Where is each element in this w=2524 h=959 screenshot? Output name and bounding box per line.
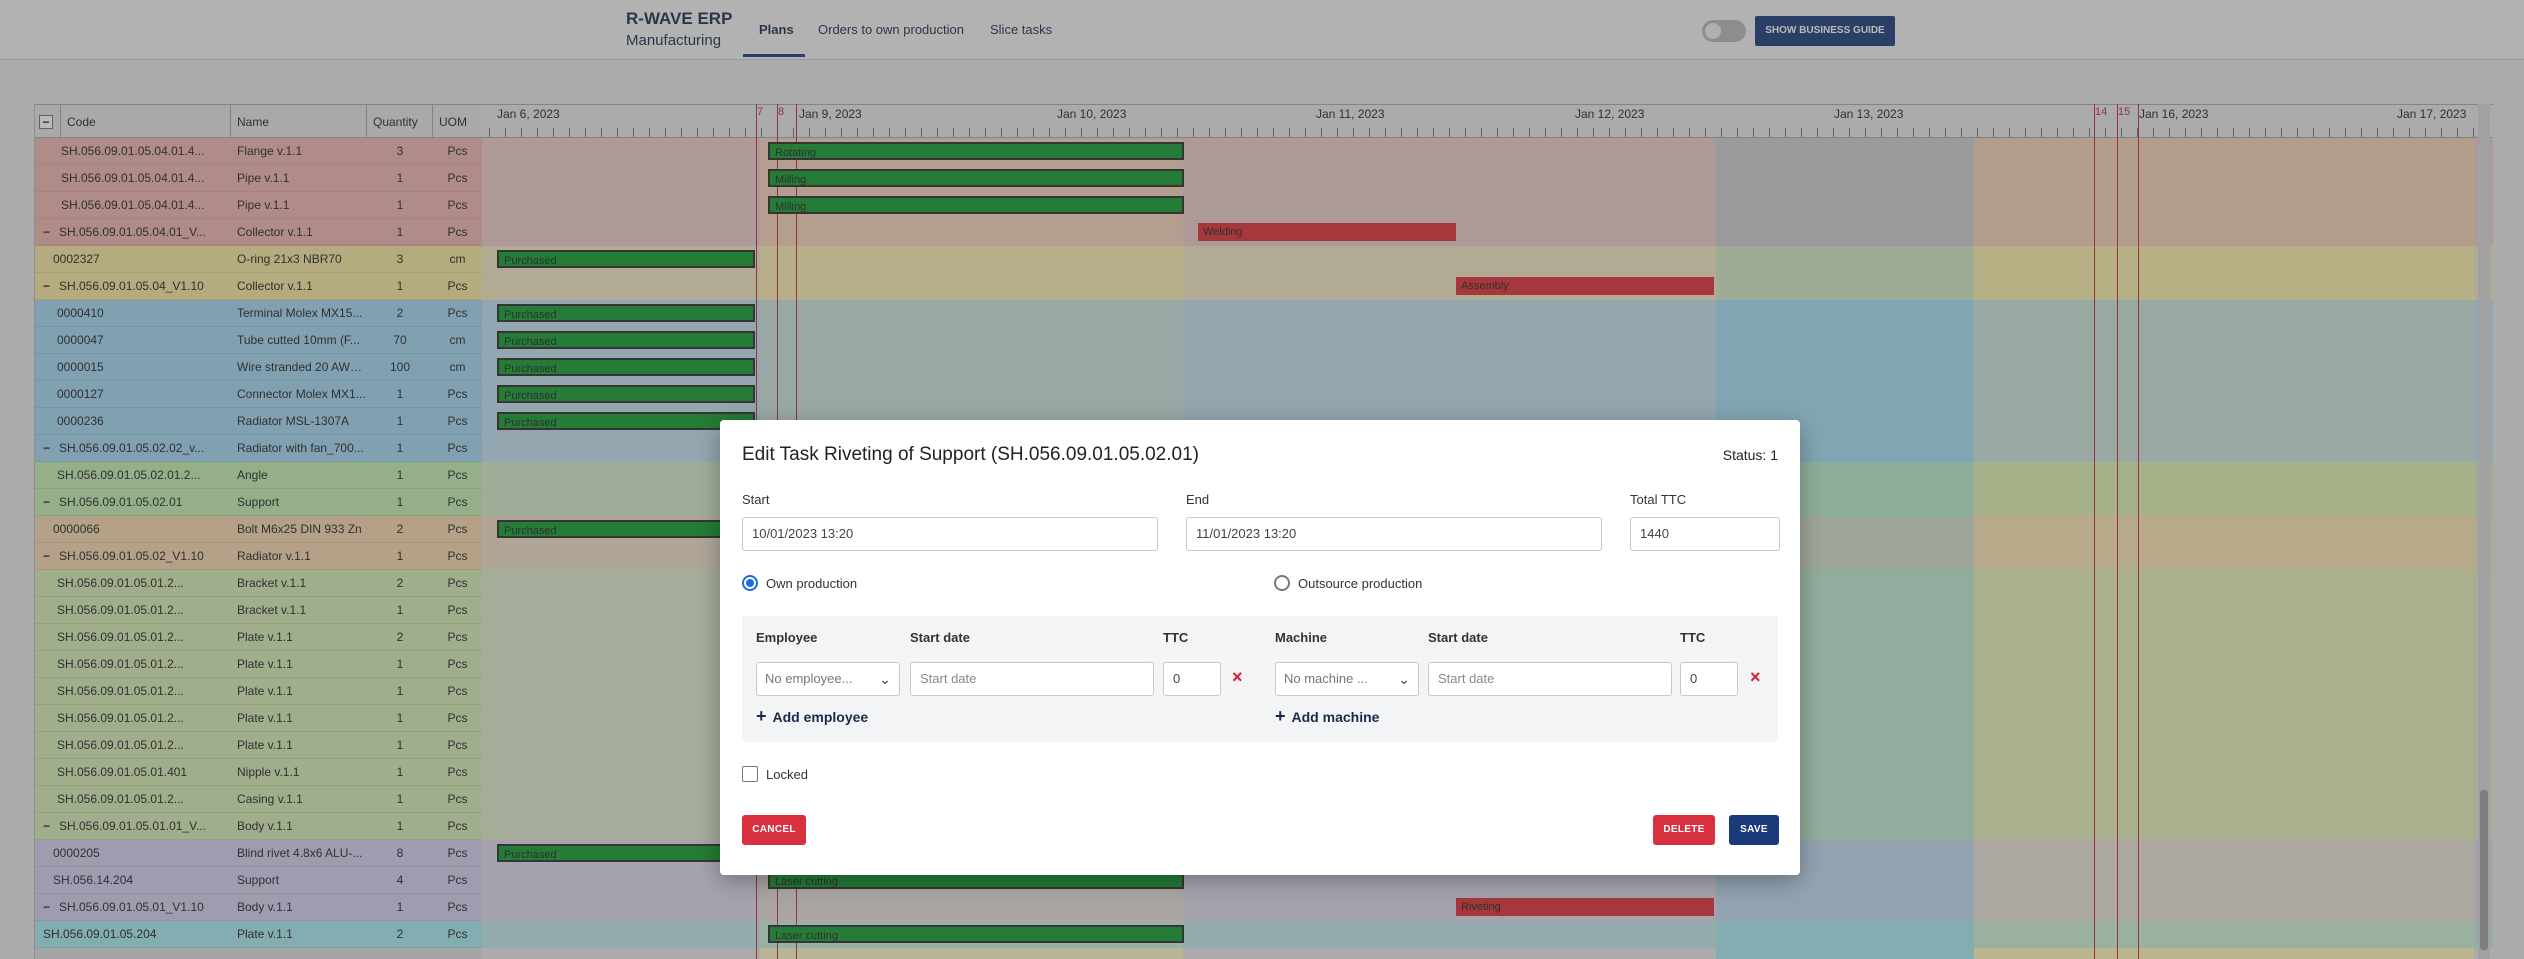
end-label: End [1186,492,1210,507]
own-production-radio[interactable] [742,575,758,591]
delete-button[interactable]: DELETE [1653,815,1715,845]
save-button[interactable]: SAVE [1729,815,1779,845]
machine-ttc-input[interactable]: 0 [1680,662,1738,696]
outsource-production-radio[interactable] [1274,575,1290,591]
remove-machine-icon[interactable]: × [1750,667,1761,688]
task-status: Status: 1 [1722,447,1778,463]
dialog-title: Edit Task Riveting of Support (SH.056.09… [742,444,1199,465]
chevron-down-icon: ⌄ [879,671,891,687]
add-employee-label: Add employee [772,709,869,725]
remove-employee-icon[interactable]: × [1232,667,1243,688]
employee-ttc-input[interactable]: 0 [1163,662,1221,696]
machine-ttc-header: TTC [1680,630,1706,645]
total-ttc-label: Total TTC [1630,492,1687,507]
total-ttc-input[interactable]: 1440 [1630,517,1780,551]
machine-select-value: No machine ... [1284,671,1368,686]
locked-label[interactable]: Locked [766,767,808,782]
employee-start-date-header: Start date [910,630,970,645]
locked-checkbox[interactable] [742,766,758,782]
machine-select[interactable]: No machine ... ⌄ [1275,662,1419,696]
machine-start-date-header: Start date [1428,630,1488,645]
add-employee-button[interactable]: + Add employee [756,706,868,727]
edit-task-dialog: Edit Task Riveting of Support (SH.056.09… [720,420,1800,875]
employee-start-date-input[interactable]: Start date [910,662,1154,696]
cancel-button[interactable]: CANCEL [742,815,806,845]
employee-select[interactable]: No employee... ⌄ [756,662,900,696]
add-machine-button[interactable]: + Add machine [1275,706,1379,727]
employee-ttc-header: TTC [1163,630,1189,645]
chevron-down-icon: ⌄ [1398,671,1410,687]
plus-icon: + [756,706,767,726]
own-production-label[interactable]: Own production [766,576,857,591]
start-input[interactable]: 10/01/2023 13:20 [742,517,1158,551]
employee-select-value: No employee... [765,671,853,686]
machine-header: Machine [1275,630,1328,645]
end-input[interactable]: 11/01/2023 13:20 [1186,517,1602,551]
plus-icon: + [1275,706,1286,726]
machine-start-date-input[interactable]: Start date [1428,662,1672,696]
employee-header: Employee [756,630,818,645]
start-label: Start [742,492,770,507]
outsource-production-label[interactable]: Outsource production [1298,576,1422,591]
resources-panel: Employee Start date TTC Machine Start da… [742,616,1778,742]
add-machine-label: Add machine [1291,709,1380,725]
